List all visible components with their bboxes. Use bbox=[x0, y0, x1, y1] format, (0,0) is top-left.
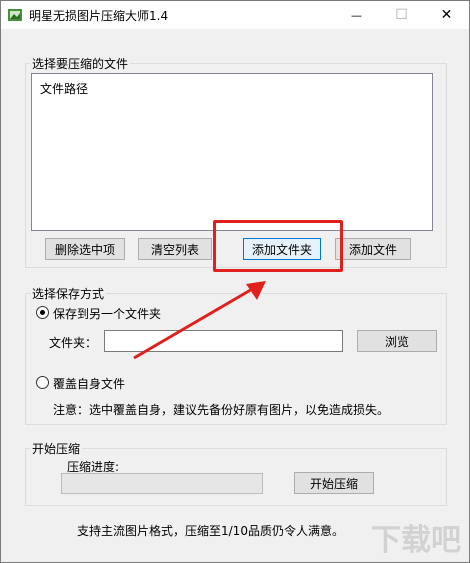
annotation-highlight-box bbox=[213, 220, 343, 272]
title-bar[interactable]: 明星无损图片压缩大师1.4 — ☐ ✕ bbox=[1, 1, 469, 29]
overwrite-note: 注意：选中覆盖自身，建议先备份好原有图片，以免造成损失。 bbox=[53, 403, 390, 417]
minimize-button[interactable]: — bbox=[334, 1, 379, 29]
overwrite-label[interactable]: 覆盖自身文件 bbox=[53, 375, 125, 392]
compress-group-legend: 开始压缩 bbox=[30, 440, 83, 457]
add-file-button[interactable]: 添加文件 bbox=[335, 238, 411, 260]
maximize-icon: ☐ bbox=[395, 7, 408, 23]
file-list[interactable]: 文件路径 bbox=[31, 73, 433, 231]
radio-overwrite[interactable] bbox=[36, 376, 49, 389]
app-logo-icon bbox=[8, 9, 22, 21]
clear-list-button[interactable]: 清空列表 bbox=[138, 238, 212, 260]
save-group-legend: 选择保存方式 bbox=[30, 285, 107, 302]
watermark-logo-icon: 下载吧 bbox=[371, 523, 461, 558]
annotation-arrow-icon bbox=[133, 281, 266, 360]
radio-selected-dot bbox=[40, 310, 45, 315]
maximize-button[interactable]: ☐ bbox=[379, 1, 424, 29]
close-icon: ✕ bbox=[440, 7, 453, 23]
folder-label: 文件夹： bbox=[49, 336, 98, 350]
app-window: 明星无损图片压缩大师1.4 — ☐ ✕ 选择要压缩的文件 文件路径 删除选中项 … bbox=[0, 0, 470, 563]
files-group-legend: 选择要压缩的文件 bbox=[30, 55, 131, 72]
minimize-icon: — bbox=[351, 8, 362, 22]
footer-text: 支持主流图片格式，压缩至1/10品质仍令人满意。 bbox=[77, 524, 344, 538]
delete-selected-button[interactable]: 删除选中项 bbox=[45, 238, 125, 260]
compress-progress-bar bbox=[61, 473, 263, 494]
watermark-text: 下载吧 bbox=[371, 523, 461, 558]
file-list-header: 文件路径 bbox=[40, 82, 89, 96]
start-compress-button[interactable]: 开始压缩 bbox=[294, 472, 374, 494]
radio-save-other-folder[interactable] bbox=[36, 306, 49, 319]
browse-button[interactable]: 浏览 bbox=[357, 330, 437, 352]
close-button[interactable]: ✕ bbox=[424, 1, 469, 29]
window-title: 明星无损图片压缩大师1.4 bbox=[29, 9, 169, 23]
